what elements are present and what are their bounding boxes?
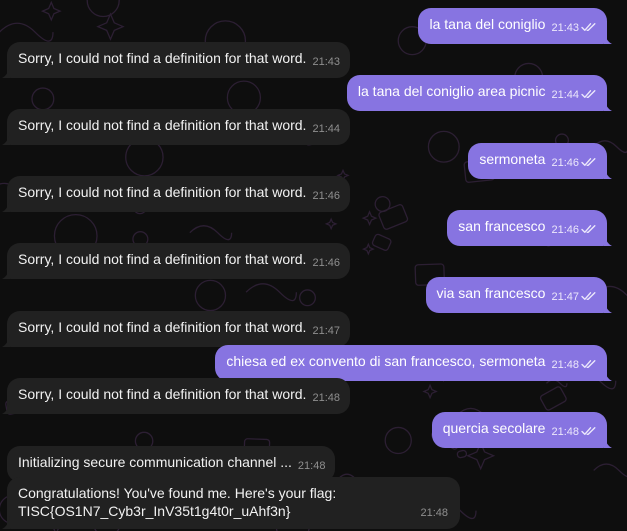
message-incoming[interactable]: Sorry, I could not find a definition for… — [2, 42, 350, 78]
bubble-tail — [2, 400, 10, 414]
double-check-icon — [581, 90, 596, 98]
message-text: Sorry, I could not find a definition for… — [18, 386, 307, 402]
double-check-icon — [581, 158, 596, 166]
message-bubble: quercia secolare 21:48 — [431, 412, 612, 448]
message-meta: 21:44 — [312, 120, 340, 138]
message-outgoing[interactable]: la tana del coniglio 21:43 — [418, 8, 612, 44]
message-bubble: Sorry, I could not find a definition for… — [2, 378, 350, 414]
message-outgoing[interactable]: via san francesco 21:47 — [425, 277, 612, 313]
message-time: 21:44 — [312, 123, 340, 135]
bubble-tail — [604, 434, 612, 448]
message-meta: 21:48 — [298, 457, 326, 475]
message-time: 21:48 — [551, 426, 579, 438]
message-bubble: Sorry, I could not find a definition for… — [2, 176, 350, 212]
message-meta: 21:43 — [312, 53, 340, 71]
message-incoming[interactable]: Sorry, I could not find a definition for… — [2, 109, 350, 145]
bubble-tail — [604, 30, 612, 44]
message-time: 21:46 — [551, 224, 579, 236]
bubble-tail — [2, 265, 10, 279]
message-meta: 21:47 — [551, 288, 597, 306]
message-text: quercia secolare — [442, 420, 546, 436]
message-text: Sorry, I could not find a definition for… — [18, 184, 307, 200]
message-meta: 21:46 — [312, 187, 340, 205]
bubble-tail — [604, 165, 612, 179]
double-check-icon — [581, 360, 596, 368]
message-text: Sorry, I could not find a definition for… — [18, 251, 307, 267]
message-time: 21:43 — [551, 22, 579, 34]
bubble-tail — [604, 97, 612, 111]
message-text: san francesco — [458, 218, 546, 234]
message-time: 21:48 — [551, 359, 579, 371]
message-text: Initializing secure communication channe… — [18, 454, 292, 470]
message-time: 21:48 — [312, 392, 340, 404]
message-incoming[interactable]: Sorry, I could not find a definition for… — [2, 176, 350, 212]
message-text: la tana del coniglio — [429, 16, 546, 32]
bubble-tail — [604, 299, 612, 313]
message-incoming[interactable]: Sorry, I could not find a definition for… — [2, 243, 350, 279]
message-time: 21:47 — [312, 325, 340, 337]
message-time: 21:48 — [297, 460, 326, 472]
bubble-tail — [2, 333, 10, 347]
message-bubble: san francesco 21:46 — [447, 210, 612, 246]
double-check-icon — [581, 292, 596, 300]
message-outgoing[interactable]: quercia secolare 21:48 — [431, 412, 612, 448]
message-time: 21:46 — [312, 257, 340, 269]
flag-text: TISC{OS1N7_Cyb3r_InV35t1g4t0r_uAhf3n} — [18, 503, 291, 519]
message-meta: 21:44 — [551, 86, 597, 104]
message-meta: 21:46 — [551, 154, 597, 172]
double-check-icon — [581, 427, 596, 435]
message-meta: 21:46 — [551, 221, 597, 239]
message-time: 21:48 — [420, 507, 448, 519]
message-bubble: Sorry, I could not find a definition for… — [2, 243, 350, 279]
message-bubble: Sorry, I could not find a definition for… — [2, 42, 350, 78]
message-time: 21:46 — [551, 157, 579, 169]
message-meta: 21:46 — [312, 254, 340, 272]
message-text: via san francesco — [436, 285, 546, 301]
bubble-tail — [604, 232, 612, 246]
message-text: Sorry, I could not find a definition for… — [18, 117, 307, 133]
bubble-tail — [604, 367, 612, 381]
message-bubble: Congratulations! You've found me. Here's… — [2, 477, 460, 529]
message-meta: 21:43 — [551, 19, 597, 37]
message-time: 21:43 — [312, 56, 340, 68]
message-bubble: chiesa ed ex convento di san francesco, … — [215, 345, 612, 381]
bubble-tail — [2, 515, 10, 529]
message-outgoing[interactable]: sermoneta 21:46 — [468, 143, 612, 179]
chat-message-list[interactable]: la tana del coniglio 21:43 Sorry, I could… — [0, 0, 627, 531]
message-time: 21:46 — [312, 190, 340, 202]
message-meta: 21:48 — [551, 356, 597, 374]
message-outgoing[interactable]: san francesco 21:46 — [447, 210, 612, 246]
message-meta: 21:47 — [312, 322, 340, 340]
message-time: 21:44 — [551, 89, 579, 101]
message-text: la tana del coniglio area picnic — [357, 83, 546, 99]
message-bubble: la tana del coniglio 21:43 — [418, 8, 612, 44]
message-text-line: Congratulations! You've found me. Here's… — [18, 485, 337, 501]
message-incoming-flag[interactable]: Congratulations! You've found me. Here's… — [2, 477, 460, 529]
message-text: Sorry, I could not find a definition for… — [18, 50, 307, 66]
message-meta: 21:48 — [312, 389, 340, 407]
message-bubble: via san francesco 21:47 — [425, 277, 612, 313]
message-text: Sorry, I could not find a definition for… — [18, 319, 307, 335]
message-text: chiesa ed ex convento di san francesco, … — [226, 353, 546, 369]
message-bubble: Sorry, I could not find a definition for… — [2, 109, 350, 145]
double-check-icon — [581, 225, 596, 233]
message-time: 21:47 — [551, 291, 579, 303]
message-outgoing[interactable]: la tana del coniglio area picnic 21:44 — [346, 75, 612, 111]
message-text: sermoneta — [479, 151, 546, 167]
double-check-icon — [581, 23, 596, 31]
message-outgoing[interactable]: chiesa ed ex convento di san francesco, … — [215, 345, 612, 381]
message-meta: 21:48 — [551, 423, 597, 441]
bubble-tail — [2, 131, 10, 145]
message-bubble: Sorry, I could not find a definition for… — [2, 311, 350, 347]
message-bubble: la tana del coniglio area picnic 21:44 — [346, 75, 612, 111]
message-bubble: sermoneta 21:46 — [468, 143, 612, 179]
bubble-tail — [2, 198, 10, 212]
bubble-tail — [2, 64, 10, 78]
message-incoming[interactable]: Sorry, I could not find a definition for… — [2, 311, 350, 347]
message-incoming[interactable]: Sorry, I could not find a definition for… — [2, 378, 350, 414]
